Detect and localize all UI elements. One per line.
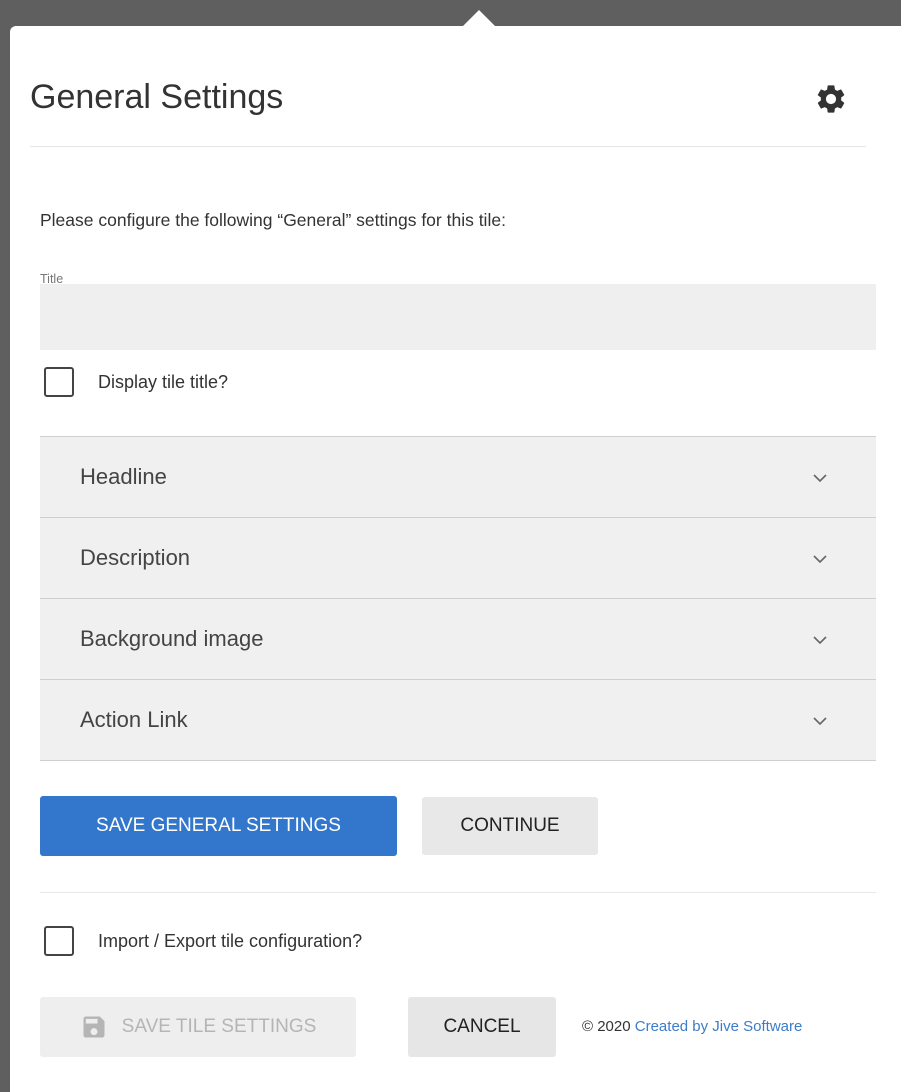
save-tile-settings-button[interactable]: SAVE TILE SETTINGS bbox=[40, 997, 356, 1057]
accordion-item-action-link[interactable]: Action Link bbox=[40, 680, 876, 761]
accordion-label: Action Link bbox=[80, 707, 188, 732]
display-title-label: Display tile title? bbox=[98, 371, 229, 392]
jive-software-link[interactable]: Created by Jive Software bbox=[635, 1018, 803, 1035]
dialog-header: General Settings bbox=[30, 54, 866, 147]
general-settings-dialog: General Settings Please configure the fo… bbox=[10, 26, 901, 1092]
display-title-checkbox[interactable] bbox=[44, 367, 74, 397]
intro-text: Please configure the following “General”… bbox=[40, 210, 506, 230]
title-input[interactable] bbox=[40, 284, 876, 350]
section-divider bbox=[40, 892, 876, 893]
import-export-checkbox[interactable] bbox=[44, 926, 74, 956]
copyright-text: © 2020 bbox=[582, 1018, 631, 1035]
accordion-label: Description bbox=[80, 545, 191, 570]
footer-credit: © 2020 Created by Jive Software bbox=[582, 1018, 802, 1035]
settings-accordion: Headline Description Background image Ac… bbox=[40, 436, 876, 761]
save-tile-settings-label: SAVE TILE SETTINGS bbox=[121, 1016, 317, 1037]
chevron-down-icon bbox=[813, 717, 827, 726]
display-title-row[interactable]: Display tile title? bbox=[44, 367, 228, 397]
accordion-label: Headline bbox=[80, 464, 167, 489]
accordion-item-background-image[interactable]: Background image bbox=[40, 599, 876, 680]
gear-icon[interactable] bbox=[814, 82, 848, 116]
cancel-button[interactable]: CANCEL bbox=[408, 997, 556, 1057]
chevron-down-icon bbox=[813, 555, 827, 564]
popover-pointer bbox=[463, 10, 495, 26]
floppy-disk-icon bbox=[83, 1016, 105, 1038]
save-general-settings-button[interactable]: SAVE GENERAL SETTINGS bbox=[40, 796, 397, 856]
accordion-item-description[interactable]: Description bbox=[40, 518, 876, 599]
continue-button[interactable]: CONTINUE bbox=[422, 797, 598, 855]
page-title: General Settings bbox=[30, 78, 284, 116]
chevron-down-icon bbox=[813, 636, 827, 645]
accordion-label: Background image bbox=[80, 626, 264, 651]
chevron-down-icon bbox=[813, 474, 827, 483]
import-export-row[interactable]: Import / Export tile configuration? bbox=[44, 926, 362, 956]
accordion-item-headline[interactable]: Headline bbox=[40, 437, 876, 518]
import-export-label: Import / Export tile configuration? bbox=[98, 930, 363, 951]
